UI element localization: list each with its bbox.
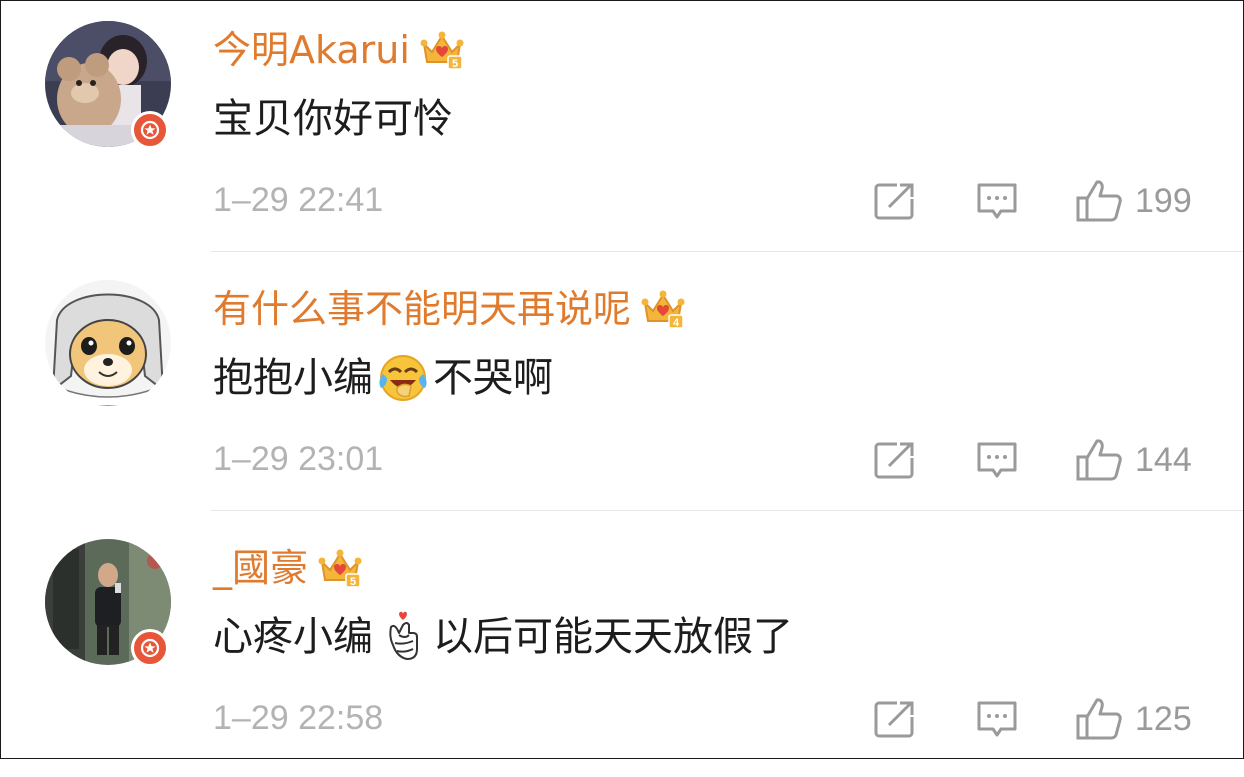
comment-text: 抱抱小编 不哭啊 — [213, 352, 553, 404]
like-count: 144 — [1135, 440, 1192, 479]
comment-text-part: 心疼小编 — [213, 614, 373, 660]
reply-icon — [977, 183, 1017, 219]
comment-text-part: 不哭啊 — [433, 355, 553, 401]
like-button[interactable]: 199 — [1075, 179, 1192, 223]
thumbs-up-icon — [1076, 180, 1122, 222]
divider — [211, 251, 1243, 252]
username-row: _國豪 5 — [213, 545, 362, 591]
reply-icon — [977, 442, 1017, 478]
comment-text: 心疼小编 以后可能天天放假了 — [213, 611, 793, 663]
comment-time: 1–29 22:58 — [213, 699, 384, 737]
repost-button[interactable] — [873, 438, 919, 482]
crown-level: 5 — [452, 58, 458, 70]
comment-item: 有什么事不能明天再说呢 4 抱抱小编 不哭啊 1–29 23:01 144 — [1, 260, 1243, 518]
comment-text-part: 以后可能天天放假了 — [433, 614, 793, 660]
like-count: 125 — [1135, 699, 1192, 738]
comment-text: 宝贝你好可怜 — [213, 93, 453, 145]
repost-icon — [874, 701, 914, 738]
crown-level: 4 — [673, 317, 680, 329]
comment-text-part: 宝贝你好可怜 — [213, 96, 453, 142]
username[interactable]: 今明Akarui — [213, 27, 410, 73]
repost-button[interactable] — [873, 179, 919, 223]
verified-badge-icon — [131, 111, 169, 149]
laugh-cry-emoji — [379, 355, 427, 401]
repost-icon — [874, 442, 914, 479]
like-count: 199 — [1135, 181, 1192, 220]
reply-button[interactable] — [975, 697, 1021, 741]
like-button[interactable]: 144 — [1075, 438, 1192, 482]
reply-icon — [977, 701, 1017, 737]
comment-text-part: 抱抱小编 — [213, 355, 373, 401]
thumbs-up-icon — [1076, 439, 1122, 481]
username-row: 有什么事不能明天再说呢 4 — [213, 286, 685, 332]
avatar[interactable] — [45, 539, 171, 667]
avatar[interactable] — [45, 21, 171, 149]
repost-icon — [874, 183, 914, 220]
reply-button[interactable] — [975, 179, 1021, 223]
comment-list: 今明Akarui 5 宝贝你好可怜 1–29 22:41 199 有什么事不能明… — [0, 0, 1244, 759]
avatar[interactable] — [45, 280, 171, 406]
reply-button[interactable] — [975, 438, 1021, 482]
comment-item: 今明Akarui 5 宝贝你好可怜 1–29 22:41 199 — [1, 1, 1243, 259]
finger-heart-emoji — [389, 611, 418, 660]
comment-time: 1–29 23:01 — [213, 440, 384, 478]
repost-button[interactable] — [873, 697, 919, 741]
avatar-image — [45, 280, 171, 406]
username[interactable]: 有什么事不能明天再说呢 — [213, 286, 631, 332]
thumbs-up-icon — [1076, 698, 1122, 740]
crown-icon: 4 — [641, 290, 685, 329]
crown-level: 5 — [350, 576, 356, 588]
verified-badge-icon — [131, 629, 169, 667]
crown-icon: 5 — [318, 549, 362, 588]
username-row: 今明Akarui 5 — [213, 27, 464, 73]
comment-time: 1–29 22:41 — [213, 181, 384, 219]
like-button[interactable]: 125 — [1075, 697, 1192, 741]
username[interactable]: _國豪 — [213, 545, 308, 591]
crown-icon: 5 — [420, 31, 464, 70]
comment-item: _國豪 5 心疼小编 以后可能天天放假了 1–29 22:58 125 — [1, 519, 1243, 777]
divider — [211, 510, 1243, 511]
